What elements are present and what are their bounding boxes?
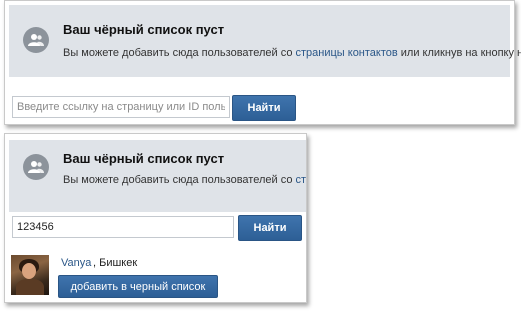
- user-silhouette-icon: [23, 154, 49, 180]
- user-city: , Бишкек: [93, 257, 138, 269]
- avatar-body-shape: [16, 279, 44, 295]
- user-link-input[interactable]: [12, 96, 230, 118]
- contacts-page-link[interactable]: страницы контактов: [296, 47, 398, 59]
- blacklist-panel-search-result: Ваш чёрный список пуст Вы можете добавит…: [4, 133, 307, 303]
- find-button[interactable]: Найти: [232, 95, 296, 121]
- user-silhouette-icon: [23, 27, 49, 53]
- notice-text: Вы можете добавить сюда пользователей со…: [63, 47, 521, 59]
- user-avatar[interactable]: [11, 255, 49, 295]
- find-button[interactable]: Найти: [238, 215, 302, 241]
- empty-notice: Ваш чёрный список пуст Вы можете добавит…: [9, 140, 306, 212]
- notice-title: Ваш чёрный список пуст: [63, 22, 225, 37]
- user-name-link[interactable]: Vanya: [61, 257, 91, 269]
- user-link-input[interactable]: [12, 216, 234, 238]
- notice-title: Ваш чёрный список пуст: [63, 151, 225, 166]
- contacts-page-link[interactable]: страницы контактов: [296, 174, 307, 186]
- blacklist-panel-empty: Ваш чёрный список пуст Вы можете добавит…: [4, 0, 521, 125]
- empty-notice: Ваш чёрный список пуст Вы можете добавит…: [9, 5, 521, 77]
- notice-text-prefix: Вы можете добавить сюда пользователей со: [63, 47, 296, 59]
- add-to-blacklist-button[interactable]: добавить в черный список: [58, 275, 218, 298]
- notice-text-suffix: или кликнув на кнопку ниже.: [400, 47, 521, 59]
- notice-text-prefix: Вы можете добавить сюда пользователей со: [63, 174, 296, 186]
- notice-text: Вы можете добавить сюда пользователей со…: [63, 174, 306, 186]
- avatar-face-shape: [22, 263, 36, 279]
